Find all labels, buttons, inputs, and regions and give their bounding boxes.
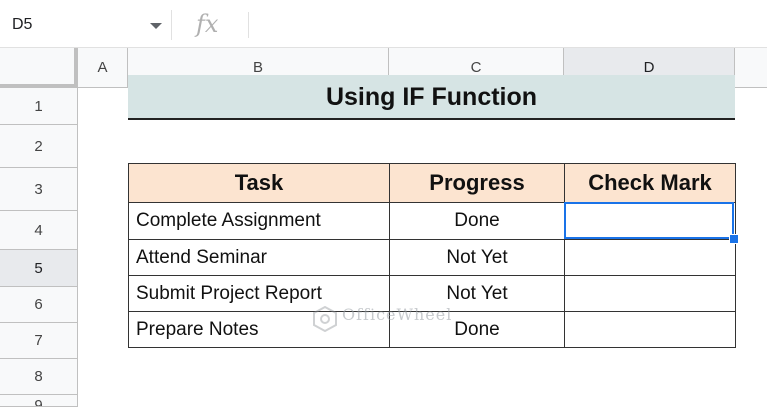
formula-divider bbox=[248, 12, 249, 38]
table-header-row: Task Progress Check Mark bbox=[128, 163, 736, 203]
check-cell[interactable] bbox=[564, 275, 736, 312]
name-box-value: D5 bbox=[12, 16, 33, 33]
fill-handle[interactable] bbox=[729, 234, 739, 244]
row-header-3[interactable]: 3 bbox=[0, 168, 78, 211]
header-check-mark[interactable]: Check Mark bbox=[564, 163, 736, 203]
check-cell[interactable] bbox=[564, 311, 736, 348]
column-header-e[interactable] bbox=[735, 48, 767, 88]
task-cell[interactable]: Attend Seminar bbox=[128, 239, 390, 276]
select-all-corner[interactable] bbox=[0, 48, 78, 88]
row-header-8[interactable]: 8 bbox=[0, 359, 78, 395]
table-row: Complete Assignment Done bbox=[128, 202, 736, 240]
progress-cell[interactable]: Not Yet bbox=[389, 239, 565, 276]
chevron-down-icon[interactable] bbox=[150, 23, 162, 29]
row-header-1[interactable]: 1 bbox=[0, 88, 78, 125]
formula-bar: D5 fx bbox=[0, 0, 767, 48]
check-cell[interactable] bbox=[564, 202, 736, 240]
name-box[interactable]: D5 bbox=[0, 10, 172, 40]
row-header-4[interactable]: 4 bbox=[0, 211, 78, 250]
officewheel-logo-icon bbox=[313, 306, 337, 332]
header-progress[interactable]: Progress bbox=[389, 163, 565, 203]
column-header-a[interactable]: A bbox=[78, 48, 128, 88]
watermark-text: OfficeWheel bbox=[342, 305, 453, 324]
table-row: Attend Seminar Not Yet bbox=[128, 239, 736, 276]
fx-icon: fx bbox=[196, 10, 219, 38]
row-header-6[interactable]: 6 bbox=[0, 287, 78, 323]
task-cell[interactable]: Complete Assignment bbox=[128, 202, 390, 240]
header-task[interactable]: Task bbox=[128, 163, 390, 203]
row-header-2[interactable]: 2 bbox=[0, 125, 78, 168]
progress-cell[interactable]: Done bbox=[389, 202, 565, 240]
row-header-7[interactable]: 7 bbox=[0, 323, 78, 359]
title-cell[interactable]: Using IF Function bbox=[128, 75, 735, 120]
row-header-5[interactable]: 5 bbox=[0, 250, 78, 287]
row-header-9[interactable]: 9 bbox=[0, 395, 78, 407]
check-cell[interactable] bbox=[564, 239, 736, 276]
